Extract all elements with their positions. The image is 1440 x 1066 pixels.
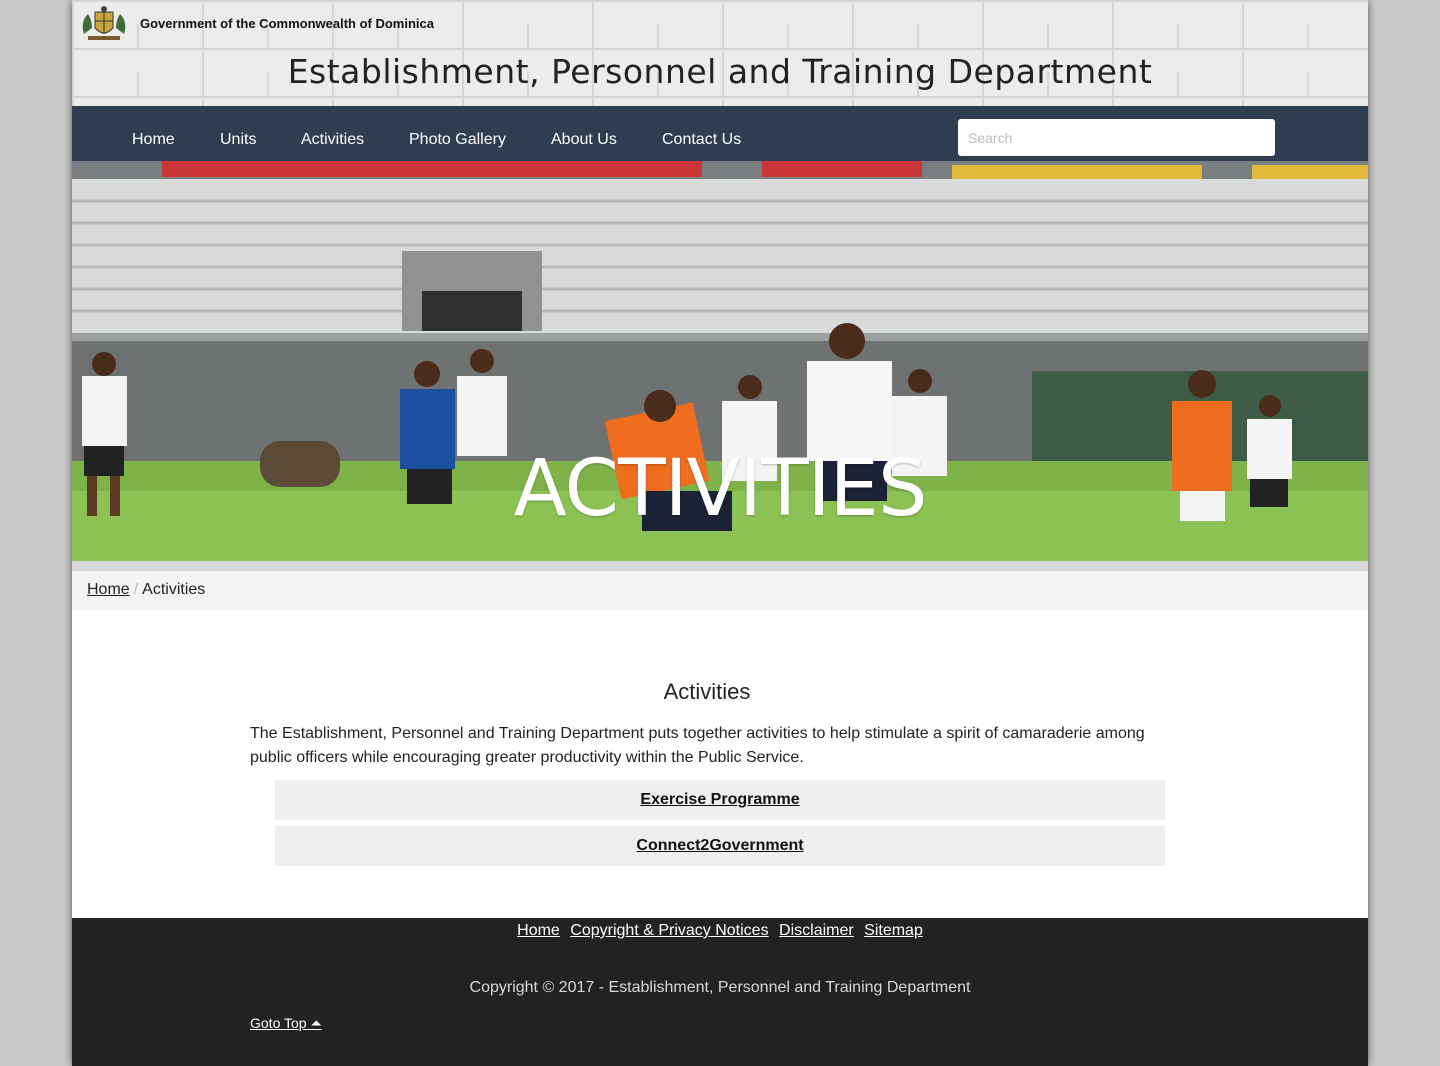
intro-paragraph: The Establishment, Personnel and Trainin…	[250, 725, 1145, 766]
hero-divider	[72, 561, 1368, 571]
site-header: Government of the Commonwealth of Domini…	[72, 0, 1368, 106]
coat-of-arms-icon[interactable]	[78, 4, 130, 42]
site-footer: Home Copyright & Privacy Notices Disclai…	[72, 918, 1368, 1066]
breadcrumb-current: Activities	[142, 581, 206, 598]
connect2government-link[interactable]: Connect2Government	[275, 826, 1165, 866]
hero-title: ACTIVITIES	[513, 444, 928, 534]
breadcrumb-separator: /	[133, 581, 139, 598]
department-title: Establishment, Personnel and Training De…	[287, 52, 1153, 91]
main-navbar: Home Units Activities Photo Gallery Abou…	[72, 106, 1368, 161]
search-input[interactable]	[958, 119, 1275, 156]
footer-copyright-privacy-link[interactable]: Copyright & Privacy Notices	[570, 922, 768, 939]
nav-home[interactable]: Home	[132, 131, 175, 149]
breadcrumb-home-link[interactable]: Home	[87, 581, 130, 598]
footer-home-link[interactable]: Home	[517, 922, 560, 939]
nav-about-us[interactable]: About Us	[551, 131, 617, 149]
goto-top-link[interactable]: Goto Top ⏶	[250, 1015, 322, 1032]
page-title: Activities	[663, 679, 751, 704]
footer-sitemap-link[interactable]: Sitemap	[864, 922, 923, 939]
copyright-text: Copyright © 2017 - Establishment, Person…	[469, 979, 971, 996]
breadcrumb: Home / Activities	[72, 571, 1368, 611]
hero-banner: ACTIVITIES	[72, 161, 1368, 561]
nav-contact-us[interactable]: Contact Us	[662, 131, 741, 149]
footer-links: Home Copyright & Privacy Notices Disclai…	[72, 922, 1368, 940]
page: Government of the Commonwealth of Domini…	[72, 0, 1368, 1066]
government-name: Government of the Commonwealth of Domini…	[140, 16, 434, 31]
nav-units[interactable]: Units	[220, 131, 256, 149]
nav-activities[interactable]: Activities	[301, 131, 364, 149]
nav-photo-gallery[interactable]: Photo Gallery	[409, 131, 506, 149]
exercise-programme-link[interactable]: Exercise Programme	[275, 780, 1165, 820]
footer-disclaimer-link[interactable]: Disclaimer	[779, 922, 854, 939]
